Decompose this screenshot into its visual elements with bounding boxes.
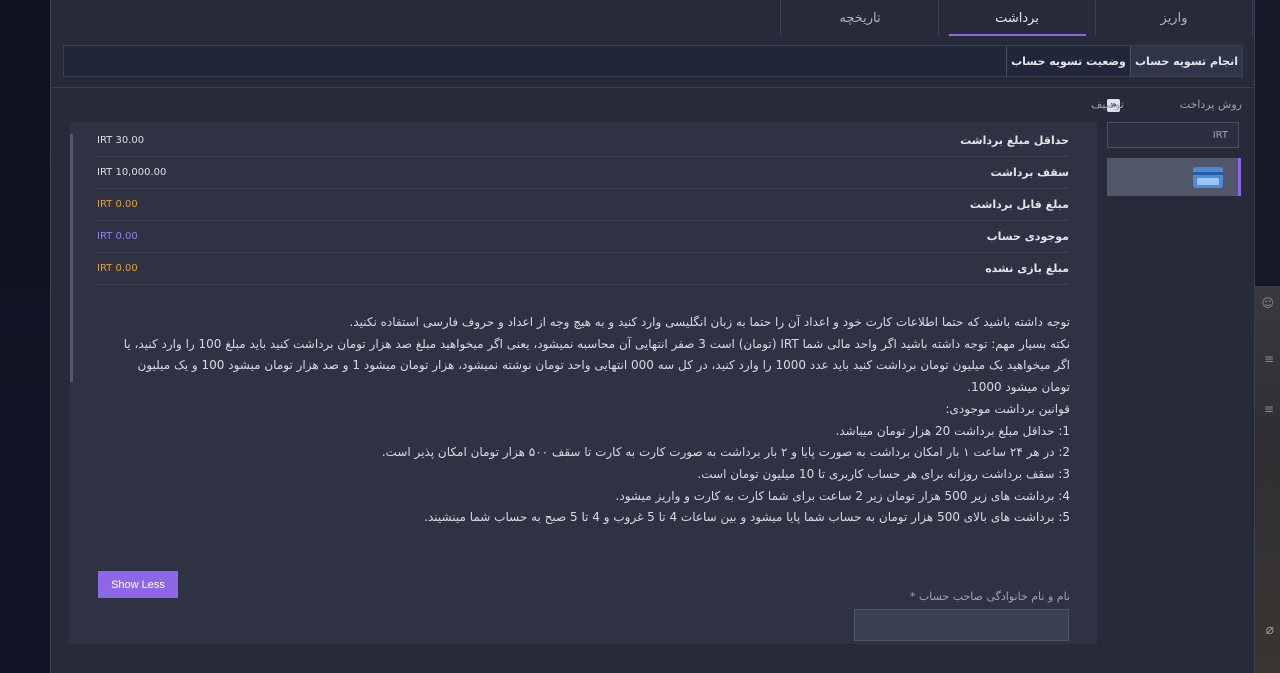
background-right-image — [1252, 286, 1280, 673]
account-owner-label: نام و نام خانوادگی صاحب حساب * — [909, 590, 1070, 603]
background-left — [0, 0, 50, 673]
info-row-balance: موجودی حساب IRT 0.00 — [97, 220, 1069, 253]
tab-deposit[interactable]: واریز — [1096, 0, 1253, 36]
info-row-max-withdraw: سقف برداشت IRT 10,000.00 — [97, 156, 1069, 189]
info-value: IRT 0.00 — [97, 262, 138, 274]
rule-item: 2: در هر ۲۴ ساعت ۱ بار امکان برداشت به ص… — [381, 445, 1070, 460]
main-tabs: واریز برداشت تاریخچه — [780, 0, 1253, 36]
info-value: IRT 30.00 — [97, 134, 145, 146]
withdraw-notice: توجه داشته باشید که حتما اطلاعات کارت خو… — [110, 312, 1070, 529]
show-less-button[interactable]: Show Less — [98, 571, 178, 598]
edge-glyph-icon: ≡ — [1263, 352, 1274, 366]
active-tab-underline — [948, 34, 1086, 36]
info-row-min-withdraw: حداقل مبلغ برداشت IRT 30.00 — [97, 124, 1069, 157]
info-label: موجودی حساب — [986, 229, 1069, 243]
notice-line: نکته بسیار مهم: توجه داشته باشید اگر واح… — [123, 336, 1070, 395]
subtab-settlement-status[interactable]: وضعیت تسویه حساب — [1006, 46, 1130, 76]
tab-history[interactable]: تاریخچه — [782, 0, 939, 36]
settlement-subbar: انجام تسویه حساب وضعیت تسویه حساب — [63, 45, 1243, 77]
info-label: حداقل مبلغ برداشت — [960, 133, 1069, 147]
info-row-withdrawable: مبلغ قابل برداشت IRT 0.00 — [97, 188, 1069, 221]
rules-title: قوانین برداشت موجودی: — [945, 401, 1071, 416]
description-label: توصیف — [1091, 98, 1124, 111]
info-label: سقف برداشت — [990, 165, 1069, 179]
info-label: مبلغ بازی نشده — [985, 261, 1069, 275]
rule-item: 3: سقف برداشت روزانه برای هر حساب کاربری… — [697, 466, 1070, 481]
edge-glyph-icon: ☺ — [1261, 296, 1274, 310]
info-value: IRT 0.00 — [97, 198, 138, 210]
currency-value: IRT — [1212, 129, 1228, 141]
scrollbar[interactable] — [70, 134, 73, 382]
subtab-do-settlement[interactable]: انجام تسویه حساب — [1130, 46, 1242, 76]
payment-method-label: روش پرداخت — [1179, 98, 1242, 111]
info-label: مبلغ قابل برداشت — [969, 197, 1069, 211]
description-content: حداقل مبلغ برداشت IRT 30.00 سقف برداشت I… — [70, 122, 1097, 644]
info-row-unplayed: مبلغ بازی نشده IRT 0.00 — [97, 252, 1069, 285]
tab-label: برداشت — [995, 10, 1039, 26]
rule-item: 5: برداشت های بالای 500 هزار تومان به حس… — [424, 510, 1070, 525]
rule-item: 1: حداقل مبلغ برداشت 20 هزار تومان میباش… — [835, 423, 1070, 438]
bank-card-icon — [1193, 167, 1223, 188]
paperclip-icon[interactable]: ⌀ — [1266, 622, 1274, 638]
info-value: IRT 10,000.00 — [97, 166, 167, 178]
info-value: IRT 0.00 — [97, 230, 138, 242]
notice-line: توجه داشته باشید که حتما اطلاعات کارت خو… — [349, 315, 1071, 329]
currency-select[interactable]: IRT — [1107, 122, 1239, 148]
tab-withdraw[interactable]: برداشت — [939, 0, 1096, 36]
rule-item: 4: برداشت های زیر 500 هزار تومان زیر 2 س… — [615, 488, 1070, 503]
account-owner-input[interactable] — [854, 609, 1069, 641]
tab-label: واریز — [1160, 10, 1188, 26]
payment-method-card[interactable] — [1107, 158, 1241, 196]
section-divider — [51, 87, 1254, 88]
edge-glyph-icon: ≡ — [1263, 402, 1274, 416]
withdraw-panel: واریز برداشت تاریخچه انجام تسویه حساب وض… — [50, 0, 1255, 673]
tab-label: تاریخچه — [839, 10, 881, 26]
